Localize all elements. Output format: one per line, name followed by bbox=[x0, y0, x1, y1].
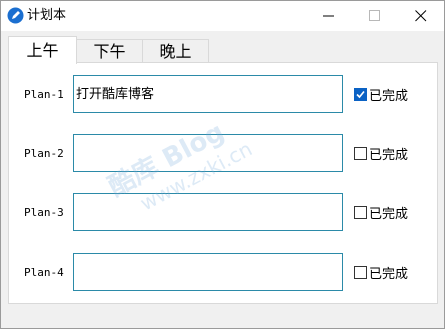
minimize-icon bbox=[323, 15, 334, 17]
app-pen-icon bbox=[7, 7, 24, 24]
plan-1-label: Plan-1 bbox=[24, 88, 64, 101]
app-window: 计划本 上午 下午 晚上 Plan-1 打开酷库博客 已完成 Plan-2 已完… bbox=[0, 0, 445, 329]
tab-morning[interactable]: 上午 bbox=[8, 36, 77, 64]
minimize-button[interactable] bbox=[306, 1, 352, 31]
tab-panel-morning: Plan-1 打开酷库博客 已完成 Plan-2 已完成 Plan-3 已完成 … bbox=[8, 62, 438, 304]
plan-1-done-label: 已完成 bbox=[369, 88, 409, 104]
plan-2-label: Plan-2 bbox=[24, 147, 64, 160]
maximize-icon bbox=[369, 10, 380, 21]
plan-2-done-checkbox[interactable]: 已完成 bbox=[354, 145, 409, 163]
plan-3-done-checkbox[interactable]: 已完成 bbox=[354, 204, 409, 222]
plan-1-done-checkbox[interactable]: 已完成 bbox=[354, 86, 409, 104]
checkbox-checked-icon bbox=[354, 87, 367, 101]
plan-4-done-label: 已完成 bbox=[369, 266, 409, 282]
plan-3-input[interactable] bbox=[73, 193, 343, 231]
maximize-button[interactable] bbox=[352, 1, 398, 31]
close-button[interactable] bbox=[398, 1, 444, 31]
plan-2-input[interactable] bbox=[73, 134, 343, 172]
title-bar[interactable]: 计划本 bbox=[1, 1, 444, 31]
plan-3-done-label: 已完成 bbox=[369, 206, 409, 222]
window-title: 计划本 bbox=[27, 8, 67, 23]
checkbox-unchecked-icon bbox=[354, 146, 367, 160]
tab-afternoon[interactable]: 下午 bbox=[76, 39, 143, 63]
checkbox-unchecked-icon bbox=[354, 205, 367, 219]
plan-4-input[interactable] bbox=[73, 253, 343, 291]
tab-evening[interactable]: 晚上 bbox=[142, 39, 209, 63]
close-icon bbox=[415, 10, 427, 22]
plan-1-input[interactable]: 打开酷库博客 bbox=[73, 75, 343, 113]
plan-3-label: Plan-3 bbox=[24, 206, 64, 219]
plan-4-label: Plan-4 bbox=[24, 266, 64, 279]
plan-4-done-checkbox[interactable]: 已完成 bbox=[354, 264, 409, 282]
plan-2-done-label: 已完成 bbox=[369, 147, 409, 163]
checkbox-unchecked-icon bbox=[354, 265, 367, 279]
